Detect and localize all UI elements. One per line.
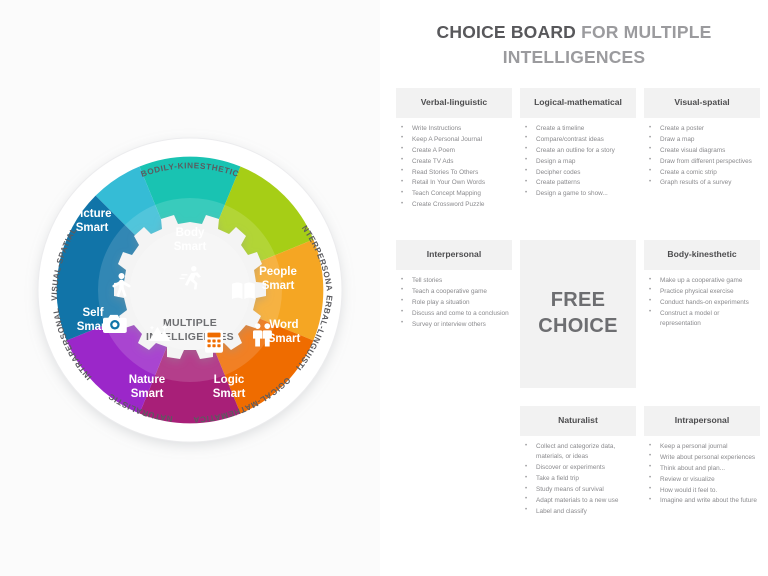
list-item: Take a field trip xyxy=(522,474,634,484)
list-item: Tell stories xyxy=(398,275,510,286)
free-choice-panel[interactable]: FREE CHOICE xyxy=(520,240,636,388)
label-people-smart-line1: People xyxy=(259,266,297,278)
list-item: Draw a map xyxy=(646,134,758,145)
card-title: Logical-mathematical xyxy=(520,88,636,118)
list-item: Think about and plan... xyxy=(646,463,758,474)
list-item: Decipher codes xyxy=(522,167,634,178)
card-item-list: Create a timeline Compare/contrast ideas… xyxy=(522,123,634,200)
page-title: CHOICE BOARD FOR MULTIPLE INTELLIGENCES xyxy=(390,20,758,70)
label-body-smart-line2: Smart xyxy=(174,241,207,253)
free-choice-line2: CHOICE xyxy=(538,315,618,337)
card-body: Create a timeline Compare/contrast ideas… xyxy=(520,118,636,200)
list-item: Make up a cooperative game xyxy=(646,275,758,286)
list-item: Create TV Ads xyxy=(398,156,510,167)
label-word-smart-line2: Smart xyxy=(268,333,301,345)
slide-root: MULTIPLE INTELLIGENCES Body Smart People… xyxy=(0,0,768,576)
card-body: Create a poster Draw a map Create visual… xyxy=(644,118,760,189)
list-item: Adapt materials to a new use xyxy=(522,495,634,506)
card-title: Interpersonal xyxy=(396,240,512,270)
list-item: Review or visualize xyxy=(646,474,758,485)
list-item: Role play a situation xyxy=(398,297,510,308)
list-item: Create A Poem xyxy=(398,145,510,156)
list-item: Teach Concept Mapping xyxy=(398,189,510,199)
page-title-strong: CHOICE BOARD xyxy=(436,22,577,42)
list-item: Discover or experiments xyxy=(522,463,634,473)
free-choice-text: FREE CHOICE xyxy=(538,288,618,339)
choice-cards-grid: Verbal-linguistic Write Instructions Kee… xyxy=(388,88,760,558)
wheel-panel: MULTIPLE INTELLIGENCES Body Smart People… xyxy=(0,0,380,576)
label-nature-smart-line1: Nature xyxy=(129,374,165,386)
card-body: Write Instructions Keep A Personal Journ… xyxy=(396,118,512,211)
card-body: Make up a cooperative game Practice phys… xyxy=(644,270,760,329)
list-item: Create an outline for a story xyxy=(522,145,634,156)
card-intrapersonal[interactable]: Intrapersonal Keep a personal journal Wr… xyxy=(644,406,760,507)
hub-label-line1: MULTIPLE xyxy=(163,317,217,329)
list-item: Teach a cooperative game xyxy=(398,286,510,297)
list-item: Create a timeline xyxy=(522,123,634,134)
label-logic-smart-line2: Smart xyxy=(213,388,246,400)
card-body: Keep a personal journal Write about pers… xyxy=(644,436,760,507)
calculator-icon xyxy=(205,330,224,353)
card-body: Tell stories Teach a cooperative game Ro… xyxy=(396,270,512,330)
list-item: Survey or interview others xyxy=(398,319,510,330)
card-title: Visual-spatial xyxy=(644,88,760,118)
list-item: How would it feel to. xyxy=(646,485,758,496)
card-item-list: Tell stories Teach a cooperative game Ro… xyxy=(398,275,510,330)
free-choice-line1: FREE xyxy=(550,289,606,312)
list-item: Construct a model or representation xyxy=(646,308,758,330)
list-item: Create a poster xyxy=(646,123,758,134)
label-body-smart-line1: Body xyxy=(176,227,205,239)
card-item-list: Create a poster Draw a map Create visual… xyxy=(646,123,758,189)
card-visual-spatial[interactable]: Visual-spatial Create a poster Draw a ma… xyxy=(644,88,760,189)
list-item: Practice physical exercise xyxy=(646,286,758,297)
label-people-smart-line2: Smart xyxy=(262,280,295,292)
list-item: Conduct hands-on experiments xyxy=(646,297,758,308)
list-item: Keep a personal journal xyxy=(646,441,758,452)
label-logic-smart-line1: Logic xyxy=(214,374,245,386)
list-item: Write Instructions xyxy=(398,123,510,134)
label-word-smart-line1: Word xyxy=(269,319,298,331)
list-item: Graph results of a survey xyxy=(646,178,758,188)
list-item: Design a map xyxy=(522,156,634,167)
list-item: Imagine and write about the future xyxy=(646,496,758,506)
list-item: Study means of survival xyxy=(522,484,634,495)
list-item: Create a comic strip xyxy=(646,167,758,178)
card-body-kinesthetic[interactable]: Body-kinesthetic Make up a cooperative g… xyxy=(644,240,760,330)
card-title: Verbal-linguistic xyxy=(396,88,512,118)
label-picture-smart-line1: Picture xyxy=(73,208,112,220)
list-item: Keep A Personal Journal xyxy=(398,134,510,145)
list-item: Label and classify xyxy=(522,506,634,517)
list-item: Read Stories To Others xyxy=(398,167,510,178)
card-naturalist[interactable]: Naturalist Collect and categorize data, … xyxy=(520,406,636,518)
card-verbal-linguistic[interactable]: Verbal-linguistic Write Instructions Kee… xyxy=(396,88,512,211)
list-item: Create Crossword Puzzle xyxy=(398,200,510,210)
label-self-smart-line1: Self xyxy=(82,307,103,319)
list-item: Retail In Your Own Words xyxy=(398,178,510,188)
wheel-svg: MULTIPLE INTELLIGENCES Body Smart People… xyxy=(0,80,343,443)
card-title: Naturalist xyxy=(520,406,636,436)
list-item: Write about personal experiences xyxy=(646,452,758,463)
list-item: Design a game to show... xyxy=(522,189,634,199)
card-interpersonal[interactable]: Interpersonal Tell stories Teach a coope… xyxy=(396,240,512,330)
list-item: Draw from different perspectives xyxy=(646,156,758,167)
card-title: Body-kinesthetic xyxy=(644,240,760,270)
label-nature-smart-line2: Smart xyxy=(131,388,164,400)
list-item: Discuss and come to a conclusion xyxy=(398,308,510,319)
choice-board-panel: CHOICE BOARD FOR MULTIPLE INTELLIGENCES … xyxy=(380,0,768,576)
list-item: Create patterns xyxy=(522,178,634,188)
label-picture-smart-line2: Smart xyxy=(76,222,109,234)
list-item: Create visual diagrams xyxy=(646,145,758,156)
card-logical-mathematical[interactable]: Logical-mathematical Create a timeline C… xyxy=(520,88,636,200)
card-item-list: Keep a personal journal Write about pers… xyxy=(646,441,758,507)
card-item-list: Make up a cooperative game Practice phys… xyxy=(646,275,758,330)
list-item: Collect and categorize data, materials, … xyxy=(522,442,634,463)
list-item: Compare/contrast ideas xyxy=(522,134,634,145)
multiple-intelligences-wheel: MULTIPLE INTELLIGENCES Body Smart People… xyxy=(0,80,380,500)
card-body: Collect and categorize data, materials, … xyxy=(520,436,636,517)
card-item-list: Write Instructions Keep A Personal Journ… xyxy=(398,123,510,211)
card-title: Intrapersonal xyxy=(644,406,760,436)
card-item-list: Collect and categorize data, materials, … xyxy=(522,442,634,517)
